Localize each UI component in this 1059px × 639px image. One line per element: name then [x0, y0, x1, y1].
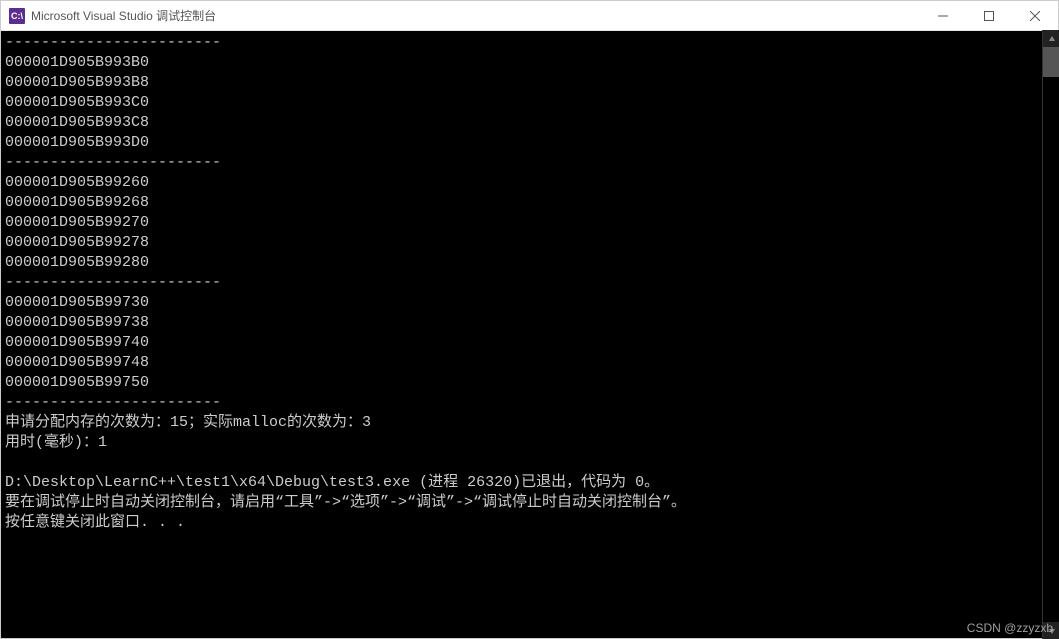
maximize-icon [984, 11, 994, 21]
address-line: 000001D905B99278 [5, 234, 149, 251]
window-controls [920, 1, 1058, 30]
chevron-up-icon [1048, 35, 1056, 43]
separator: ------------------------ [5, 34, 221, 51]
summary-line: 申请分配内存的次数为：15；实际malloc的次数为：3 [5, 414, 371, 431]
address-line: 000001D905B993D0 [5, 134, 149, 151]
separator: ------------------------ [5, 394, 221, 411]
hint-line: 要在调试停止时自动关闭控制台，请启用“工具”->“选项”->“调试”->“调试停… [5, 494, 686, 511]
address-line: 000001D905B993C0 [5, 94, 149, 111]
exit-line: D:\Desktop\LearnC++\test1\x64\Debug\test… [5, 474, 659, 491]
titlebar[interactable]: C:\ Microsoft Visual Studio 调试控制台 [1, 1, 1058, 31]
scrollbar-thumb[interactable] [1043, 47, 1059, 77]
app-icon: C:\ [9, 8, 25, 24]
address-line: 000001D905B99270 [5, 214, 149, 231]
console-output[interactable]: ------------------------ 000001D905B993B… [1, 31, 1058, 638]
address-line: 000001D905B99268 [5, 194, 149, 211]
window-title: Microsoft Visual Studio 调试控制台 [31, 7, 920, 24]
address-line: 000001D905B99260 [5, 174, 149, 191]
maximize-button[interactable] [966, 1, 1012, 30]
scrollbar-up-button[interactable] [1043, 30, 1059, 47]
time-line: 用时(毫秒)：1 [5, 434, 107, 451]
window-frame: C:\ Microsoft Visual Studio 调试控制台 ------… [0, 0, 1059, 639]
separator: ------------------------ [5, 154, 221, 171]
address-line: 000001D905B99740 [5, 334, 149, 351]
address-line: 000001D905B99748 [5, 354, 149, 371]
address-line: 000001D905B993C8 [5, 114, 149, 131]
scrollbar-track[interactable] [1043, 47, 1059, 622]
address-line: 000001D905B99750 [5, 374, 149, 391]
vertical-scrollbar[interactable] [1042, 30, 1059, 639]
address-line: 000001D905B993B0 [5, 54, 149, 71]
address-line: 000001D905B99280 [5, 254, 149, 271]
close-button[interactable] [1012, 1, 1058, 30]
close-prompt: 按任意键关闭此窗口. . . [5, 514, 185, 531]
minimize-button[interactable] [920, 1, 966, 30]
address-line: 000001D905B993B8 [5, 74, 149, 91]
watermark: CSDN @zzyzxb [967, 621, 1053, 635]
separator: ------------------------ [5, 274, 221, 291]
minimize-icon [938, 11, 948, 21]
address-line: 000001D905B99730 [5, 294, 149, 311]
close-icon [1030, 11, 1040, 21]
address-line: 000001D905B99738 [5, 314, 149, 331]
